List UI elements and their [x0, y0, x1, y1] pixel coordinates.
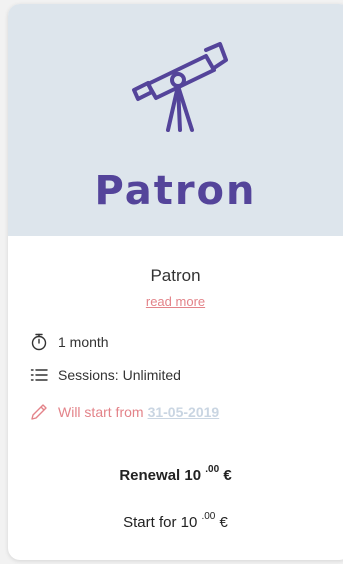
renewal-cents: .00 [205, 464, 220, 475]
plan-card[interactable]: Patron Patron read more 1 month Sessions… [8, 4, 343, 560]
start-date-row: Will start from 31-05-2019 [30, 403, 219, 421]
renewal-label: Renewal 10 [119, 467, 202, 484]
read-more-link[interactable]: read more [8, 294, 343, 309]
pencil-icon [31, 404, 47, 420]
duration-text: 1 month [58, 334, 109, 350]
hero-banner: Patron [8, 4, 343, 236]
telescope-icon [132, 42, 228, 132]
sessions-text: Sessions: Unlimited [58, 367, 181, 383]
start-prefix: Will start from [58, 404, 144, 420]
renewal-price: Renewal 10 .00 € [8, 464, 343, 484]
renewal-currency: € [223, 467, 232, 484]
list-icon [30, 369, 48, 381]
start-label: Start for 10 [123, 514, 198, 531]
start-currency: € [219, 514, 228, 531]
start-date-link[interactable]: 31-05-2019 [148, 404, 220, 420]
duration-row: 1 month [30, 333, 109, 351]
plan-name: Patron [150, 266, 201, 285]
timer-icon [31, 333, 47, 351]
start-price: Start for 10 .00 € [8, 511, 343, 531]
sessions-row: Sessions: Unlimited [30, 366, 181, 384]
start-cents: .00 [201, 511, 216, 522]
hero-title: Patron [94, 168, 257, 214]
